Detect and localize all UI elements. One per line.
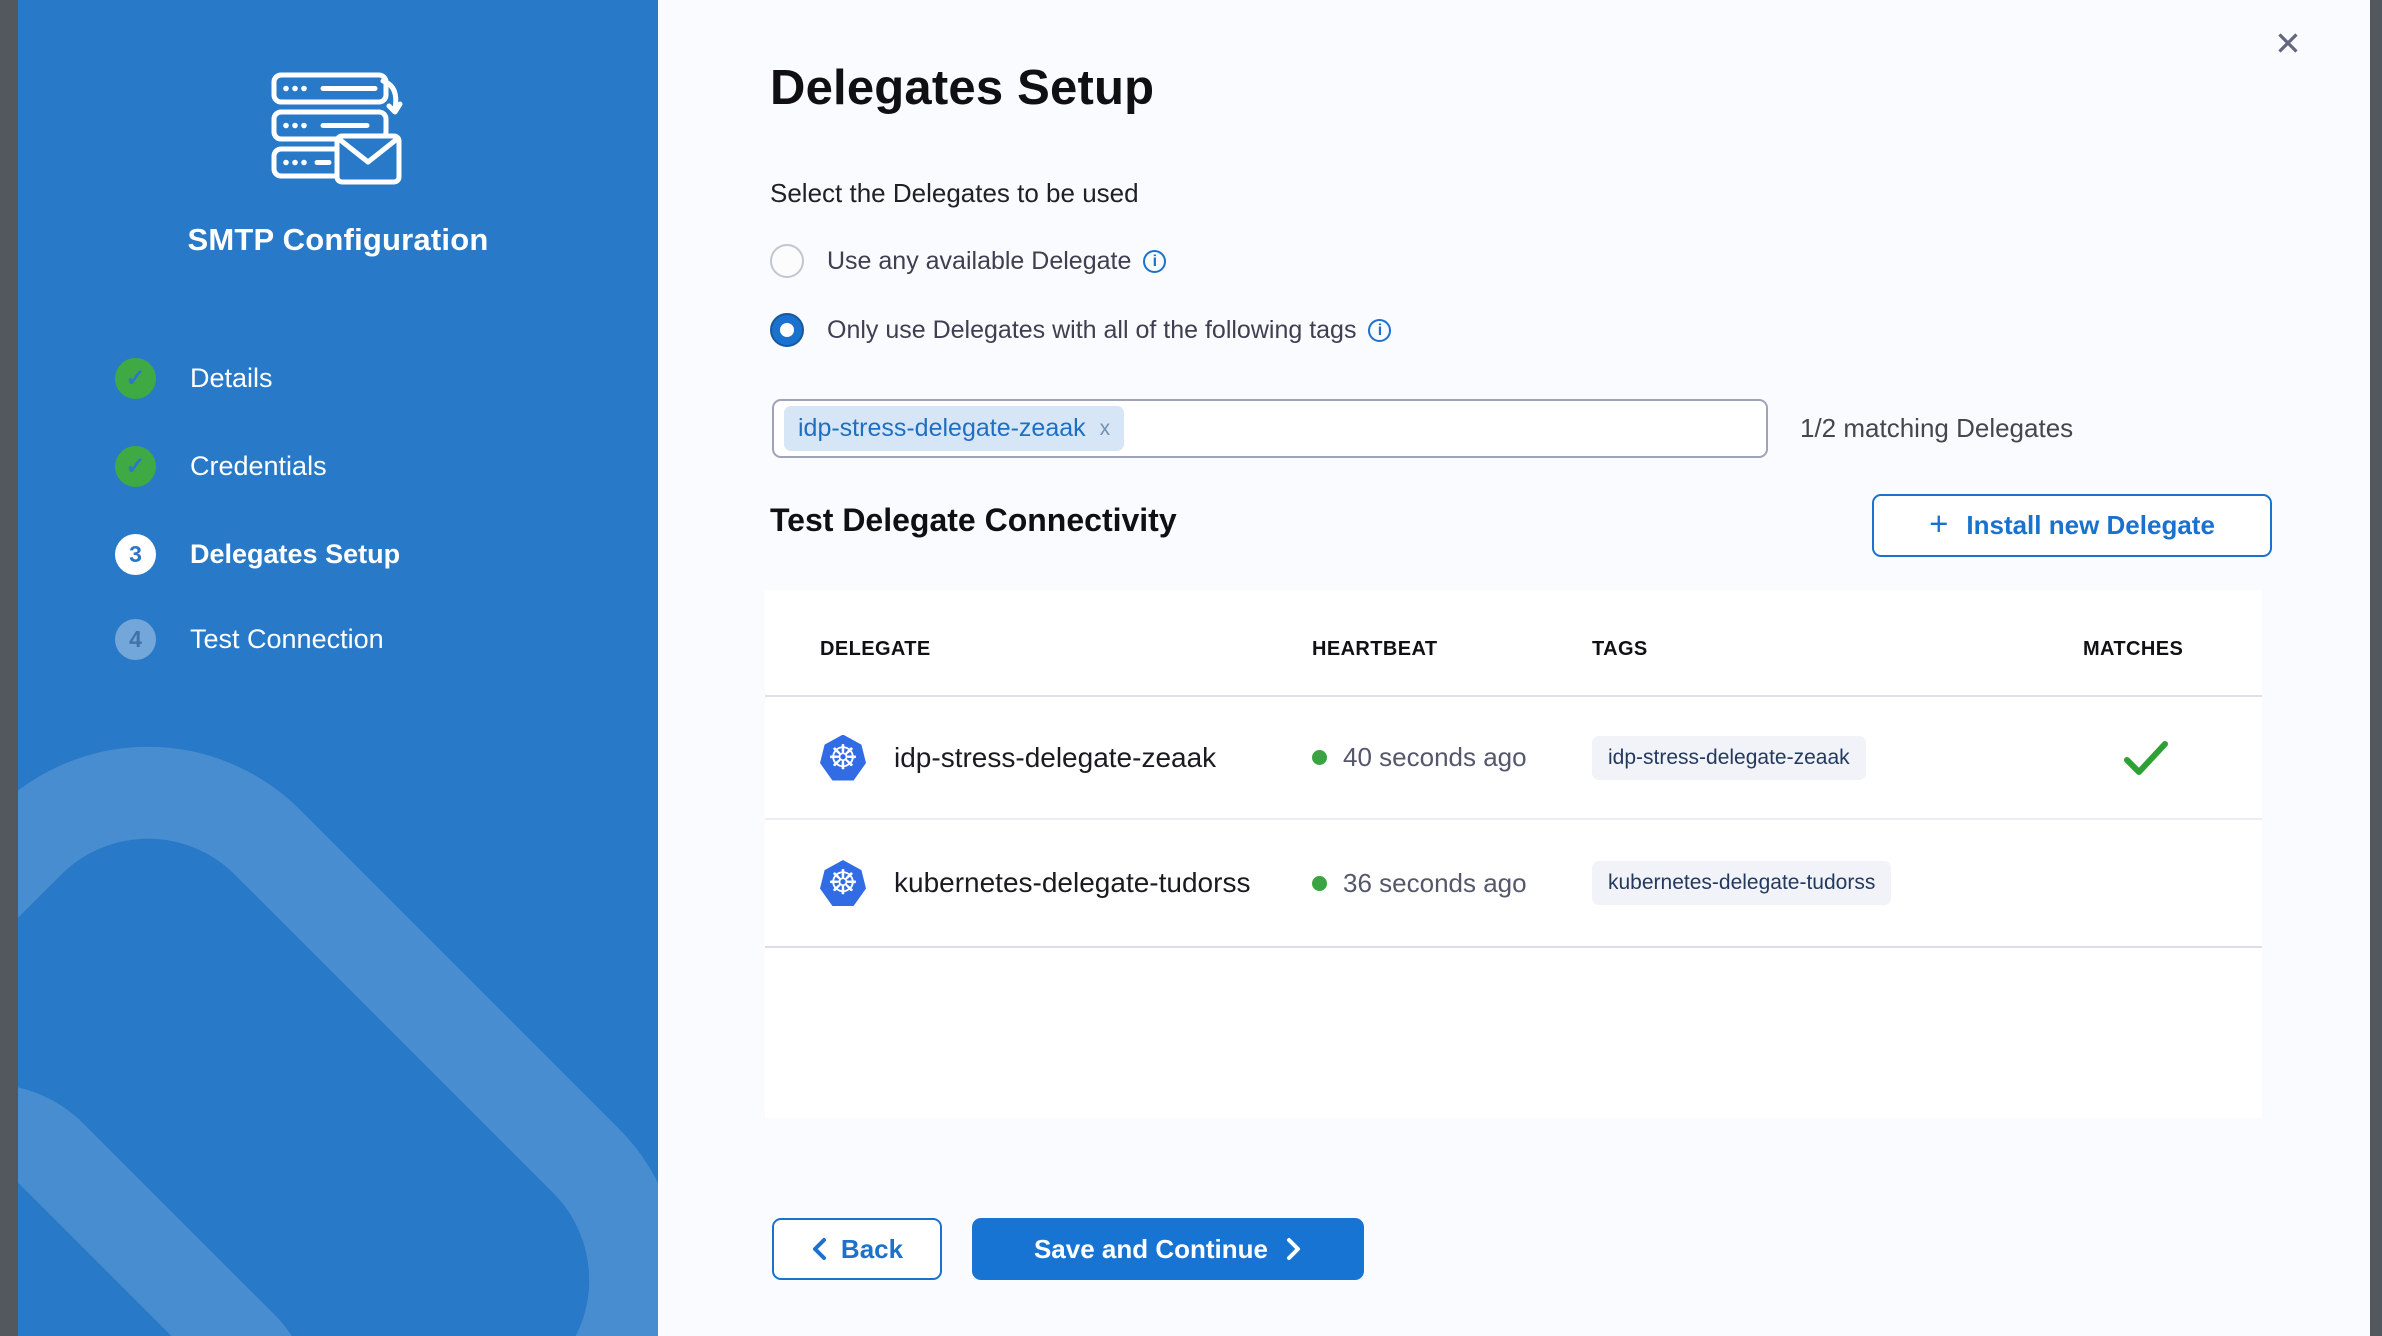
tags-text-input[interactable] bbox=[1124, 409, 1756, 449]
tag-chip: idp-stress-delegate-zeaak x bbox=[784, 406, 1124, 451]
step-number-badge: 4 bbox=[115, 619, 156, 660]
tags-cell: idp-stress-delegate-zeaak bbox=[1592, 736, 2083, 780]
radio-button-selected-icon[interactable] bbox=[770, 313, 804, 347]
smtp-servers-mail-icon bbox=[271, 72, 405, 193]
delegate-tag-chip: kubernetes-delegate-tudorss bbox=[1592, 861, 1891, 905]
heartbeat-text: 36 seconds ago bbox=[1343, 868, 1527, 899]
heartbeat-text: 40 seconds ago bbox=[1343, 742, 1527, 773]
radio-label: Only use Delegates with all of the follo… bbox=[827, 316, 1356, 345]
wizard-title: SMTP Configuration bbox=[18, 222, 658, 258]
delegate-cell: ☸ kubernetes-delegate-tudorss bbox=[820, 860, 1312, 906]
radio-use-any-delegate[interactable]: Use any available Delegate i bbox=[770, 241, 1166, 281]
delegates-table: DELEGATE HEARTBEAT TAGS MATCHES ☸ idp-st… bbox=[765, 590, 2262, 1118]
step-label: Credentials bbox=[190, 451, 327, 482]
heartbeat-cell: 36 seconds ago bbox=[1312, 868, 1592, 899]
table-row[interactable]: ☸ idp-stress-delegate-zeaak 40 seconds a… bbox=[765, 697, 2262, 820]
install-new-delegate-button[interactable]: + Install new Delegate bbox=[1872, 494, 2272, 557]
step-label: Test Connection bbox=[190, 624, 384, 655]
table-header-row: DELEGATE HEARTBEAT TAGS MATCHES bbox=[765, 590, 2262, 697]
delegate-cell: ☸ idp-stress-delegate-zeaak bbox=[820, 735, 1312, 781]
delegates-setup-panel: ✕ Delegates Setup Select the Delegates t… bbox=[658, 0, 2370, 1336]
info-icon[interactable]: i bbox=[1368, 319, 1391, 342]
install-button-label: Install new Delegate bbox=[1966, 510, 2215, 541]
plus-icon: + bbox=[1929, 505, 1948, 543]
radio-button-icon[interactable] bbox=[770, 244, 804, 278]
page-subtitle: Select the Delegates to be used bbox=[770, 178, 1139, 209]
save-button-label: Save and Continue bbox=[1034, 1234, 1268, 1265]
matches-cell bbox=[2083, 740, 2233, 776]
delegate-tags-input[interactable]: idp-stress-delegate-zeaak x bbox=[772, 399, 1768, 458]
kubernetes-wheel-glyph: ☸ bbox=[828, 866, 858, 900]
sidebar-step-credentials[interactable]: ✓ Credentials bbox=[115, 444, 327, 488]
step-label: Delegates Setup bbox=[190, 539, 400, 570]
screen-edge-left bbox=[0, 0, 18, 1336]
sidebar-step-delegates-setup[interactable]: 3 Delegates Setup bbox=[115, 532, 400, 576]
step-complete-check-icon: ✓ bbox=[115, 358, 156, 399]
column-header-delegate: DELEGATE bbox=[820, 638, 1312, 661]
table-row[interactable]: ☸ kubernetes-delegate-tudorss 36 seconds… bbox=[765, 820, 2262, 948]
section-title: Test Delegate Connectivity bbox=[770, 502, 1177, 539]
tag-chip-label: idp-stress-delegate-zeaak bbox=[798, 414, 1086, 443]
column-header-tags: TAGS bbox=[1592, 638, 2083, 661]
kubernetes-wheel-glyph: ☸ bbox=[828, 741, 858, 775]
chevron-right-icon bbox=[1286, 1237, 1302, 1261]
radio-label: Use any available Delegate bbox=[827, 247, 1131, 276]
matching-delegates-count: 1/2 matching Delegates bbox=[1800, 413, 2073, 444]
screen-edge-right bbox=[2370, 0, 2382, 1336]
back-button[interactable]: Back bbox=[772, 1218, 942, 1280]
close-icon[interactable]: ✕ bbox=[2266, 22, 2310, 66]
info-icon[interactable]: i bbox=[1143, 250, 1166, 273]
kubernetes-icon: ☸ bbox=[820, 860, 866, 906]
sidebar-step-details[interactable]: ✓ Details bbox=[115, 356, 273, 400]
tags-cell: kubernetes-delegate-tudorss bbox=[1592, 861, 2083, 905]
save-and-continue-button[interactable]: Save and Continue bbox=[972, 1218, 1364, 1280]
back-button-label: Back bbox=[841, 1234, 903, 1265]
match-check-icon bbox=[2123, 740, 2169, 776]
wizard-sidebar: SMTP Configuration ✓ Details ✓ Credentia… bbox=[18, 0, 658, 1336]
column-header-matches: MATCHES bbox=[2083, 638, 2233, 661]
heartbeat-cell: 40 seconds ago bbox=[1312, 742, 1592, 773]
page-title: Delegates Setup bbox=[770, 60, 1154, 116]
step-number-badge: 3 bbox=[115, 534, 156, 575]
heartbeat-status-dot bbox=[1312, 750, 1327, 765]
radio-only-tagged-delegates[interactable]: Only use Delegates with all of the follo… bbox=[770, 310, 1391, 350]
chevron-left-icon bbox=[811, 1237, 827, 1261]
column-header-heartbeat: HEARTBEAT bbox=[1312, 638, 1592, 661]
heartbeat-status-dot bbox=[1312, 876, 1327, 891]
delegate-tag-chip: idp-stress-delegate-zeaak bbox=[1592, 736, 1866, 780]
step-complete-check-icon: ✓ bbox=[115, 446, 156, 487]
step-label: Details bbox=[190, 363, 273, 394]
delegate-name: kubernetes-delegate-tudorss bbox=[894, 867, 1250, 899]
sidebar-step-test-connection[interactable]: 4 Test Connection bbox=[115, 617, 384, 661]
delegate-name: idp-stress-delegate-zeaak bbox=[894, 742, 1216, 774]
remove-tag-icon[interactable]: x bbox=[1100, 417, 1111, 441]
kubernetes-icon: ☸ bbox=[820, 735, 866, 781]
